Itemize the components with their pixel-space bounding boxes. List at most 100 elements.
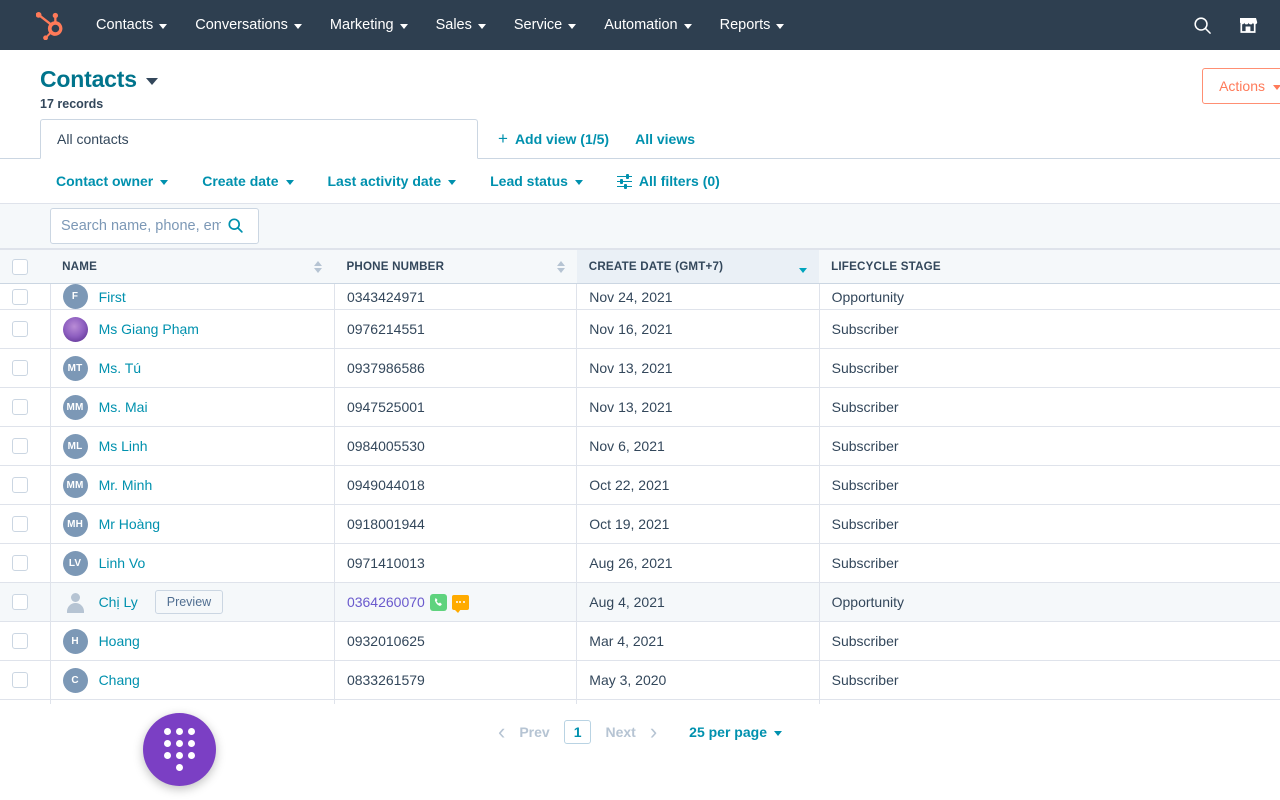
per-page-label: 25 per page bbox=[689, 724, 767, 740]
sort-descending-icon[interactable] bbox=[799, 261, 808, 273]
column-header-name[interactable]: NAME bbox=[50, 249, 335, 284]
pagination-prev-arrow-icon[interactable]: ‹ bbox=[498, 721, 505, 743]
table-row[interactable]: ML Ms Linh 0984005530 Nov 6, 2021 Subscriber bbox=[0, 426, 1280, 466]
marketplace-storefront-icon[interactable] bbox=[1230, 7, 1266, 43]
filter-create-date[interactable]: Create date bbox=[202, 173, 294, 189]
column-header-phone-number[interactable]: PHONE NUMBER bbox=[334, 249, 577, 284]
all-filters-button[interactable]: All filters (0) bbox=[616, 173, 720, 189]
dialer-floating-button[interactable] bbox=[143, 713, 216, 786]
search-input[interactable] bbox=[61, 218, 221, 234]
filter-lead-status[interactable]: Lead status bbox=[490, 173, 583, 189]
all-filters-label: All filters (0) bbox=[638, 173, 720, 189]
row-checkbox[interactable] bbox=[12, 399, 28, 415]
table-row[interactable]: MM Mr. Minh 0949044018 Oct 22, 2021 Subscrib… bbox=[0, 465, 1280, 505]
nav-item-automation[interactable]: Automation bbox=[590, 9, 705, 41]
page-title-dropdown-caret-icon[interactable] bbox=[145, 78, 158, 85]
phone-number: 0984005530 bbox=[346, 438, 425, 454]
table-row[interactable]: Chị Ly Preview 0364260070 Aug 4, 2021 Opport… bbox=[0, 582, 1280, 622]
select-all-header[interactable] bbox=[0, 249, 51, 284]
search-icon[interactable] bbox=[1184, 7, 1220, 43]
sort-arrows-icon[interactable] bbox=[556, 260, 565, 273]
table-row[interactable]: F First 0343424971 Nov 24, 2021 Opportunity bbox=[0, 283, 1280, 310]
row-checkbox[interactable] bbox=[12, 555, 28, 571]
row-select-cell[interactable] bbox=[0, 348, 51, 388]
phone-number-link[interactable]: 0364260070 bbox=[347, 594, 425, 610]
search-icon[interactable] bbox=[227, 217, 244, 239]
contact-name-link[interactable]: Mr Hoàng bbox=[99, 516, 160, 532]
nav-item-contacts[interactable]: Contacts bbox=[82, 9, 181, 41]
select-all-checkbox[interactable] bbox=[12, 258, 28, 275]
filter-label: Lead status bbox=[490, 173, 568, 189]
table-row[interactable]: H Hoang 0932010625 Mar 4, 2021 Subscriber bbox=[0, 621, 1280, 661]
pagination-next-arrow-icon[interactable]: › bbox=[650, 721, 657, 743]
contact-name-link[interactable]: Ms. Tú bbox=[99, 360, 142, 376]
tab-all-contacts[interactable]: All contacts bbox=[40, 119, 478, 159]
sms-message-icon[interactable] bbox=[451, 594, 469, 613]
table-row[interactable]: Ms Giang Phạm 0976214551 Nov 16, 2021 Subsc… bbox=[0, 309, 1280, 349]
table-row[interactable]: MM Ms. Mai 0947525001 Nov 13, 2021 Subscribe… bbox=[0, 387, 1280, 427]
contact-name-link[interactable]: Ms. Mai bbox=[99, 399, 148, 415]
nav-item-sales[interactable]: Sales bbox=[422, 9, 500, 41]
contact-name-link[interactable]: Hoang bbox=[99, 633, 140, 649]
column-header-create-date[interactable]: CREATE DATE (GMT+7) bbox=[576, 249, 820, 284]
row-checkbox[interactable] bbox=[12, 516, 28, 532]
contact-name-link[interactable]: Linh Vo bbox=[99, 555, 146, 571]
row-checkbox[interactable] bbox=[12, 672, 28, 688]
filter-contact-owner[interactable]: Contact owner bbox=[56, 173, 169, 189]
name-cell: C Chang bbox=[50, 660, 335, 700]
avatar: MM bbox=[62, 394, 88, 420]
column-header-overflow bbox=[1119, 249, 1280, 284]
column-header-lifecycle-stage[interactable]: LIFECYCLE STAGE bbox=[819, 249, 1120, 284]
row-select-cell[interactable] bbox=[0, 582, 51, 622]
row-checkbox[interactable] bbox=[12, 360, 28, 376]
actions-button[interactable]: Actions bbox=[1202, 68, 1280, 104]
nav-item-conversations[interactable]: Conversations bbox=[181, 9, 316, 41]
add-view-button[interactable]: + Add view (1/5) bbox=[498, 130, 609, 147]
preview-button[interactable]: Preview bbox=[154, 590, 224, 614]
row-checkbox[interactable] bbox=[12, 321, 28, 337]
name-cell: LV Linh Vo bbox=[50, 543, 335, 583]
row-checkbox[interactable] bbox=[12, 438, 28, 454]
sort-arrows-icon[interactable] bbox=[314, 260, 323, 273]
row-select-cell[interactable] bbox=[0, 504, 51, 544]
name-cell: Ms Giang Phạm bbox=[50, 309, 335, 349]
row-checkbox[interactable] bbox=[12, 477, 28, 493]
contact-name-link[interactable]: First bbox=[99, 289, 126, 305]
row-select-cell[interactable] bbox=[0, 387, 51, 427]
row-select-cell[interactable] bbox=[0, 465, 51, 505]
table-row[interactable]: C Chang 0833261579 May 3, 2020 Subscriber bbox=[0, 660, 1280, 700]
contact-name-link[interactable]: Mr. Minh bbox=[99, 477, 153, 493]
row-select-cell[interactable] bbox=[0, 543, 51, 583]
row-checkbox[interactable] bbox=[12, 288, 28, 305]
nav-item-marketing[interactable]: Marketing bbox=[316, 9, 422, 41]
pagination-page-1[interactable]: 1 bbox=[563, 720, 592, 744]
create-date-cell: Nov 13, 2021 bbox=[576, 348, 820, 388]
row-select-cell[interactable] bbox=[0, 660, 51, 700]
page-header: Contacts 17 records Actions bbox=[0, 50, 1280, 118]
row-checkbox[interactable] bbox=[12, 594, 28, 610]
contact-name-link[interactable]: Ms Giang Phạm bbox=[99, 321, 199, 337]
row-select-cell[interactable] bbox=[0, 621, 51, 661]
pagination-prev-label[interactable]: Prev bbox=[519, 724, 549, 740]
row-checkbox[interactable] bbox=[12, 633, 28, 649]
contact-name-link[interactable]: Chị Ly bbox=[99, 594, 138, 610]
contact-name-link[interactable]: Ms Linh bbox=[99, 438, 148, 454]
filter-last-activity-date[interactable]: Last activity date bbox=[328, 173, 457, 189]
hubspot-logo-icon[interactable] bbox=[34, 8, 68, 42]
per-page-selector[interactable]: 25 per page bbox=[689, 724, 782, 740]
pagination-next-label[interactable]: Next bbox=[605, 724, 635, 740]
contact-name-link[interactable]: Chang bbox=[99, 672, 140, 688]
search-box[interactable] bbox=[50, 208, 259, 244]
chevron-down-icon bbox=[683, 23, 692, 29]
row-select-cell[interactable] bbox=[0, 283, 51, 310]
table-row[interactable]: MT Ms. Tú 0937986586 Nov 13, 2021 Subscriber bbox=[0, 348, 1280, 388]
nav-item-service[interactable]: Service bbox=[500, 9, 590, 41]
phone-call-icon[interactable] bbox=[429, 593, 447, 611]
all-views-link[interactable]: All views bbox=[635, 131, 695, 147]
row-select-cell[interactable] bbox=[0, 309, 51, 349]
table-row[interactable]: LV Linh Vo 0971410013 Aug 26, 2021 Subscribe… bbox=[0, 543, 1280, 583]
table-row[interactable]: MH Mr Hoàng 0918001944 Oct 19, 2021 Subscrib… bbox=[0, 504, 1280, 544]
nav-item-reports[interactable]: Reports bbox=[706, 9, 799, 41]
page-title[interactable]: Contacts bbox=[40, 66, 137, 93]
row-select-cell[interactable] bbox=[0, 426, 51, 466]
